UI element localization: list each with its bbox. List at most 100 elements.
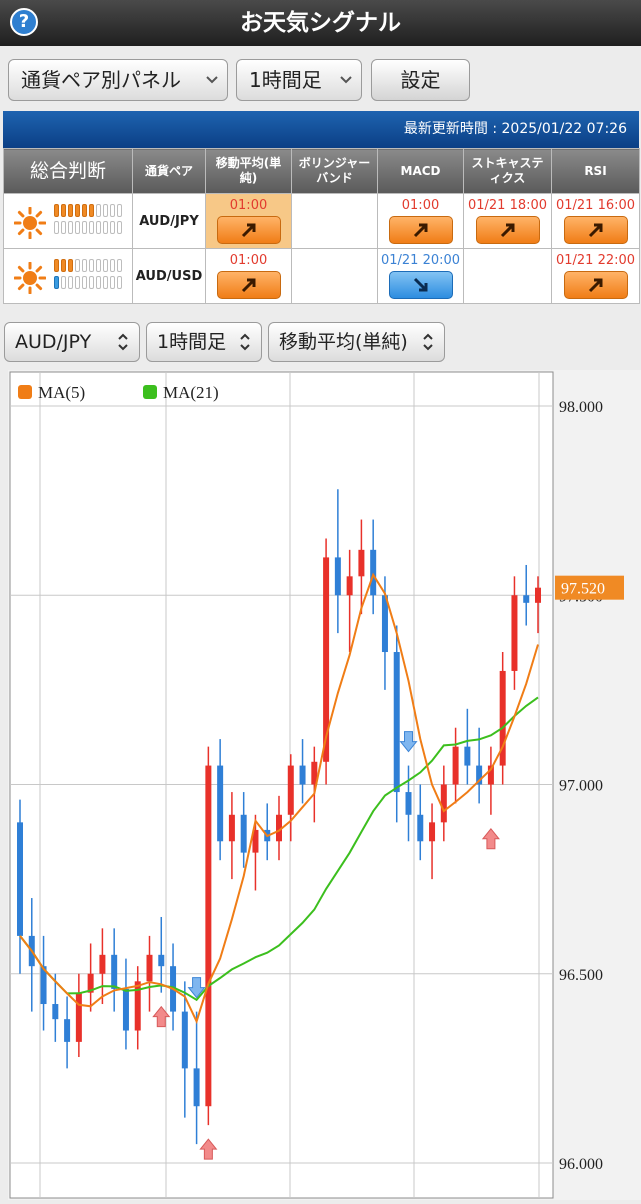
arrow-up-right-icon [588,278,602,293]
candle-body [523,595,530,603]
candlestick-chart-svg: 98.00097.50097.00096.50096.000MA(5)MA(21… [8,370,641,1200]
candle-body [146,954,153,982]
candle-body [417,814,424,842]
arrow-up-right-icon [413,223,427,238]
candle-body [122,988,129,1031]
arrow-down-right-icon [413,277,427,292]
signal-time: 01:00 [229,198,268,213]
signal-cell[interactable]: 01/21 20:00 [377,248,464,304]
chevron-down-icon [205,60,219,116]
y-tick-label: 98.000 [559,399,603,416]
y-tick-label: 97.000 [559,778,603,795]
candle-body [217,765,224,842]
update-time-bar: 最新更新時間 : 2025/01/22 07:26 [3,111,639,148]
candle-body [17,822,23,936]
candle-body [346,576,353,596]
signal-cell [291,248,378,304]
header-bollinger[interactable]: ボリンジャーバンド [291,148,378,194]
candle-body [393,652,400,793]
arrow-up-right-icon [588,223,602,238]
signal-cell[interactable]: 01/21 22:00 [551,248,640,304]
chart-timeframe-label: 1時間足 [157,331,227,353]
signal-cell[interactable]: 01:00 [205,193,292,249]
chart-timeframe-select[interactable]: 1時間足 [146,322,262,362]
signal-time: 01/21 22:00 [555,253,636,268]
chart-indicator-label: 移動平均(単純) [279,331,408,353]
candle-body [464,746,471,766]
signal-row[interactable]: AUD/USD 01:00 01/21 20:00 01/21 22:00 [3,248,640,304]
up-arrow-signal-button[interactable] [388,216,453,244]
y-tick-label: 96.500 [559,967,603,984]
candle-body [240,814,247,853]
chart-pair-label: AUD/JPY [15,331,92,353]
signal-cell [463,248,552,304]
sun-icon [14,207,46,239]
app-title: お天気シグナル [240,10,401,36]
signal-strength-meter [54,204,122,238]
candle-body [287,765,294,815]
ma5-legend-label: MA(5) [38,383,85,402]
candle-body [64,1019,71,1042]
signal-cell [291,193,378,249]
candle-body [370,549,377,596]
chart-pair-select[interactable]: AUD/JPY [4,322,140,362]
signal-row[interactable]: AUD/JPY 01:00 01:00 01/21 18:00 01/21 16:00 [3,193,640,249]
signal-time: 01/21 16:00 [555,198,636,213]
candle-body [205,765,212,1107]
up-arrow-signal-button[interactable] [216,271,281,299]
signal-time: 01/21 20:00 [380,253,461,268]
ma21-legend-label: MA(21) [163,383,219,402]
candle-body [358,549,365,577]
settings-button[interactable]: 設定 [371,59,470,101]
signal-time: 01:00 [229,253,268,268]
candle-body [75,992,82,1042]
signal-cell[interactable]: 01:00 [377,193,464,249]
timeframe-select-label: 1時間足 [249,68,322,92]
signal-cell[interactable]: 01/21 18:00 [463,193,552,249]
candle-body [99,954,106,974]
candle-body [429,822,436,842]
candle-body [158,954,165,967]
candle-body [299,765,306,785]
candle-body [535,587,541,603]
chart-indicator-select[interactable]: 移動平均(単純) [268,322,445,362]
updown-chevron-icon [239,323,251,374]
overall-cell [3,248,133,304]
candle-body [334,557,341,596]
header-macd[interactable]: MACD [377,148,464,194]
y-tick-label: 96.000 [559,1156,603,1173]
price-chart[interactable]: 98.00097.50097.00096.50096.000MA(5)MA(21… [8,370,641,1200]
header-ma[interactable]: 移動平均(単純) [205,148,292,194]
pair-cell: AUD/JPY [132,193,206,249]
timeframe-select[interactable]: 1時間足 [236,59,362,101]
header-stochastics[interactable]: ストキャスティクス [463,148,552,194]
up-arrow-signal-button[interactable] [563,271,628,299]
signal-cell[interactable]: 01:00 [205,248,292,304]
candle-body [181,1011,188,1069]
arrow-up-right-icon [500,223,514,238]
signal-cell[interactable]: 01/21 16:00 [551,193,640,249]
signal-time: 01/21 18:00 [467,198,548,213]
title-bar: ? お天気シグナル [0,0,641,46]
header-rsi[interactable]: RSI [551,148,640,194]
signal-table: 総合判断 通貨ペア 移動平均(単純) ボリンジャーバンド MACD ストキャステ… [3,148,640,304]
current-price-label: 97.520 [561,581,605,598]
ma21-legend-swatch [143,385,157,399]
candle-body [440,784,447,823]
signal-time: 01:00 [401,198,440,213]
panel-select-label: 通貨ペア別パネル [21,68,181,92]
arrow-up-right-icon [241,278,255,293]
header-overall: 総合判断 [3,148,133,194]
candle-body [193,1068,200,1107]
up-arrow-signal-button[interactable] [475,216,540,244]
up-arrow-signal-button[interactable] [563,216,628,244]
updown-chevron-icon [117,323,129,374]
up-arrow-signal-button[interactable] [216,216,281,244]
down-arrow-signal-button[interactable] [388,271,453,299]
pair-cell: AUD/USD [132,248,206,304]
overall-cell [3,193,133,249]
updown-chevron-icon [422,323,434,374]
header-pair: 通貨ペア [132,148,206,194]
candle-body [111,954,118,989]
panel-select[interactable]: 通貨ペア別パネル [8,59,228,101]
